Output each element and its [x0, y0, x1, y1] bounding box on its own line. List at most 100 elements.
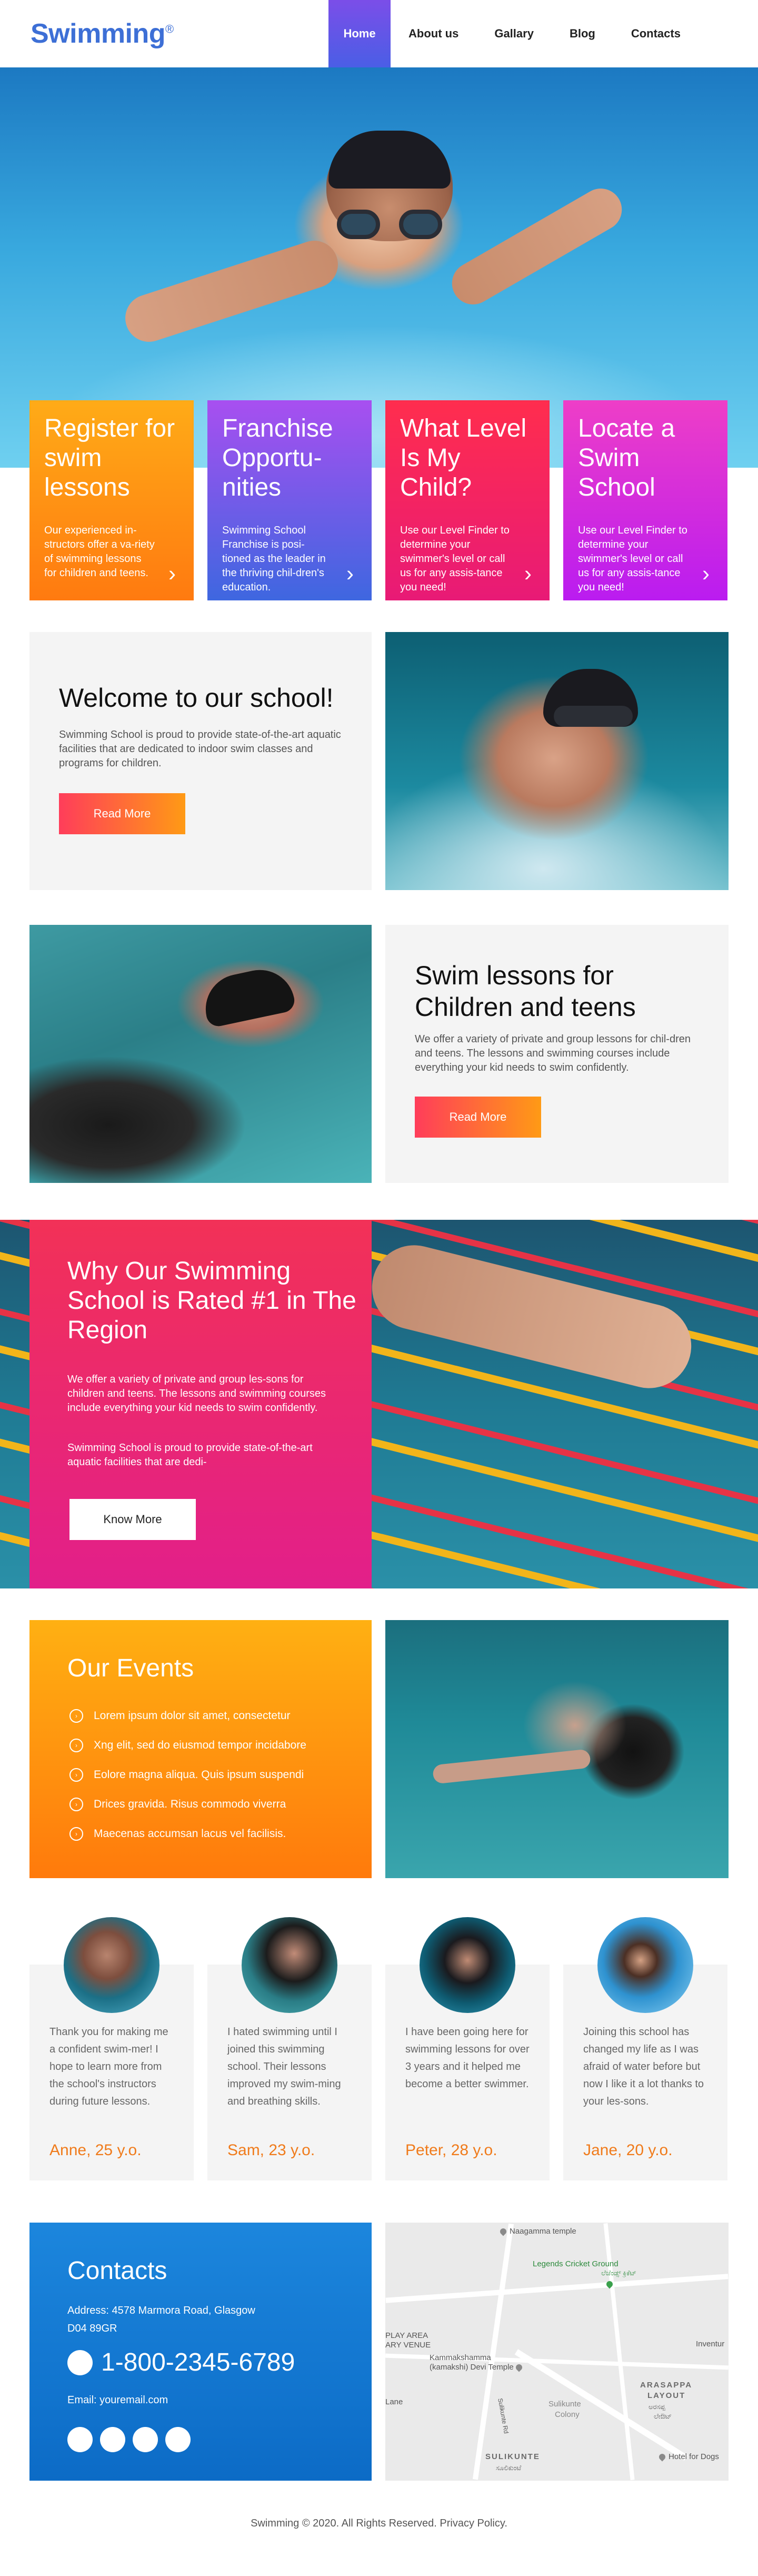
address: Address: 4578 Marmora Road, Glasgow D04 … [67, 2305, 255, 2334]
why-title: Why Our Swimming School is Rated #1 in T… [67, 1257, 356, 1344]
why-text: We offer a variety of private and group … [67, 1374, 326, 1414]
lessons-photo [29, 925, 372, 1183]
hero-swimmer-arm [119, 234, 344, 348]
map-label: Inventur [696, 2340, 725, 2348]
lessons-title: Swim lessons for Children and teens [415, 961, 636, 1022]
welcome-text: Swimming School is proud to provide stat… [59, 729, 341, 769]
map-label: Lane [385, 2397, 403, 2406]
map-label: Sulikunte [548, 2400, 581, 2409]
map-label: PLAY AREA [385, 2331, 428, 2340]
map-pin-icon [657, 2452, 667, 2462]
social-icon[interactable] [67, 2427, 93, 2452]
social-icon[interactable] [133, 2427, 158, 2452]
lessons-read-more-button[interactable]: Read More [415, 1097, 541, 1138]
nav-contacts[interactable]: Contacts [613, 0, 699, 67]
map-pin-icon [605, 2279, 614, 2289]
swimmer-cap [199, 963, 297, 1029]
chevron-right-icon[interactable]: › [346, 562, 354, 585]
feature-text: Our experienced in-structors offer a va-… [44, 525, 155, 579]
chevron-right-circle-icon: › [69, 1739, 83, 1752]
feature-text: Swimming School Franchise is posi-tioned… [222, 525, 326, 593]
lessons-section: Swim lessons for Children and teens We o… [385, 925, 729, 1183]
feature-text: Use our Level Finder to determine your s… [400, 525, 510, 593]
feature-title: Franchise Opportu-nities [222, 414, 333, 501]
map-label: (kamakshi) Devi Temple [430, 2363, 525, 2372]
event-item[interactable]: › Xng elit, sed do eiusmod tempor incidab… [69, 1731, 306, 1760]
welcome-read-more-button[interactable]: Read More [59, 793, 185, 834]
swimmer-goggles [554, 706, 633, 727]
event-item[interactable]: › Maecenas accumsan lacus vel facilisis. [69, 1819, 306, 1849]
know-more-button[interactable]: Know More [69, 1499, 196, 1540]
nav-gallery[interactable]: Gallary [476, 0, 552, 67]
main-nav: Home About us Gallary Blog Contacts [328, 0, 699, 67]
nav-home[interactable]: Home [328, 0, 391, 67]
contacts-section: Contacts Address: 4578 Marmora Road, Gla… [29, 2223, 372, 2481]
nav-about[interactable]: About us [391, 0, 476, 67]
testimonial-text: Thank you for making me a confident swim… [49, 2026, 168, 2107]
testimonial-text: I hated swimming until I joined this swi… [227, 2026, 341, 2107]
feature-card-level[interactable]: What Level Is My Child? Use our Level Fi… [385, 400, 550, 600]
map-label: ಸೂಲಿಕುಂಟೆ [496, 2464, 522, 2472]
phone-number: 1-800-2345-6789 [101, 2348, 295, 2376]
testimonial-text: Joining this school has changed my life … [583, 2026, 704, 2107]
lessons-text: We offer a variety of private and group … [415, 1033, 691, 1073]
map-road [472, 2223, 514, 2480]
map-label: Kammakshamma [430, 2353, 491, 2362]
logo-mark: ® [165, 22, 174, 36]
event-text: Drices gravida. Risus commodo viverra [94, 1798, 286, 1810]
event-item[interactable]: › Eolore magna aliqua. Quis ipsum suspend… [69, 1760, 306, 1790]
site-header: Swimming® Home About us Gallary Blog Con… [0, 0, 758, 67]
hero-goggles [337, 210, 442, 241]
avatar [597, 1917, 693, 2013]
map-label: LAYOUT [647, 2391, 686, 2400]
map-label: Hotel for Dogs [657, 2452, 719, 2462]
contacts-title: Contacts [67, 2257, 167, 2285]
testimonial-text: I have been going here for swimming less… [405, 2026, 530, 2090]
map-label: ARASAPPA [640, 2381, 693, 2390]
swimmer-arm [432, 1749, 592, 1784]
feature-card-register[interactable]: Register for swim lessons Our experience… [29, 400, 194, 600]
welcome-photo [385, 632, 729, 890]
event-text: Lorem ipsum dolor sit amet, consectetur [94, 1710, 291, 1722]
events-title: Our Events [67, 1654, 194, 1682]
feature-card-locate[interactable]: Locate a Swim School Use our Level Finde… [563, 400, 727, 600]
nav-blog[interactable]: Blog [552, 0, 613, 67]
social-icon[interactable] [100, 2427, 125, 2452]
social-icon[interactable] [165, 2427, 191, 2452]
chevron-right-icon[interactable]: › [524, 562, 532, 585]
map-label: ಲೆಜೆಂಡ್ಸ್ ಕ್ರಿಕೆಟ್ [601, 2269, 637, 2277]
testimonial-author: Anne, 25 y.o. [49, 2141, 142, 2159]
event-text: Eolore magna aliqua. Quis ipsum suspendi [94, 1769, 304, 1781]
phone-icon [67, 2350, 93, 2375]
map-road [385, 2274, 729, 2303]
testimonial-author: Jane, 20 y.o. [583, 2141, 673, 2159]
location-map[interactable]: Naagamma temple Legends Cricket Ground ಲ… [385, 2223, 729, 2481]
social-links [67, 2427, 191, 2452]
why-text-2: Swimming School is proud to provide stat… [67, 1442, 313, 1468]
event-text: Maecenas accumsan lacus vel facilisis. [94, 1828, 286, 1840]
chevron-right-circle-icon: › [69, 1709, 83, 1723]
event-item[interactable]: › Lorem ipsum dolor sit amet, consectetur [69, 1701, 306, 1731]
map-label: Sulikunte Rd [496, 2397, 510, 2434]
map-label: Naagamma temple [498, 2227, 576, 2236]
chevron-right-circle-icon: › [69, 1798, 83, 1811]
map-label: ಲೇಔಟ್ [654, 2412, 672, 2420]
avatar [64, 1917, 159, 2013]
logo-text: Swimming [31, 18, 166, 49]
chevron-right-circle-icon: › [69, 1827, 83, 1841]
footer-text: Swimming © 2020. All Rights Reserved. Pr… [251, 2518, 507, 2529]
events-list: › Lorem ipsum dolor sit amet, consectetur… [69, 1701, 306, 1849]
map-label: ಅರಸಪ್ಪ [649, 2403, 665, 2411]
email[interactable]: Email: youremail.com [67, 2394, 168, 2406]
feature-card-franchise[interactable]: Franchise Opportu-nities Swimming School… [207, 400, 372, 600]
chevron-right-icon[interactable]: › [702, 562, 710, 585]
avatar [420, 1917, 515, 2013]
event-item[interactable]: › Drices gravida. Risus commodo viverra [69, 1790, 306, 1819]
chevron-right-circle-icon: › [69, 1768, 83, 1782]
chevron-right-icon[interactable]: › [168, 562, 176, 585]
why-section: Why Our Swimming School is Rated #1 in T… [29, 1220, 372, 1588]
testimonial-author: Peter, 28 y.o. [405, 2141, 497, 2159]
events-section: Our Events › Lorem ipsum dolor sit amet, … [29, 1620, 372, 1878]
phone-row[interactable]: 1-800-2345-6789 [67, 2348, 295, 2377]
logo[interactable]: Swimming® [31, 18, 174, 50]
